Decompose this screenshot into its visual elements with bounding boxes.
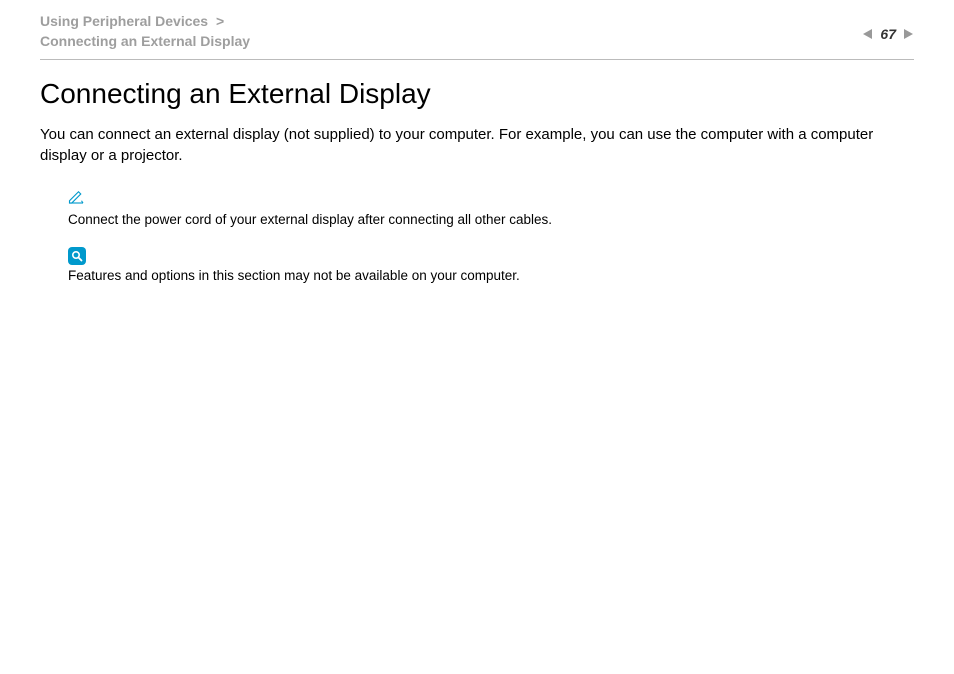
search-icon <box>68 247 86 265</box>
page-number: 67 <box>880 26 896 42</box>
page-content: Connecting an External Display You can c… <box>0 78 954 284</box>
pencil-icon <box>68 190 914 209</box>
arrow-right-icon <box>902 28 914 40</box>
note-text: Features and options in this section may… <box>68 267 914 285</box>
breadcrumb-section: Using Peripheral Devices <box>40 13 208 29</box>
note-text: Connect the power cord of your external … <box>68 211 914 229</box>
page-title: Connecting an External Display <box>40 78 914 110</box>
breadcrumb-separator: > <box>216 13 224 29</box>
arrow-left-icon <box>862 28 874 40</box>
note-block: Connect the power cord of your external … <box>68 190 914 229</box>
breadcrumb-subsection: Connecting an External Display <box>40 32 250 52</box>
page-navigation: 67 <box>862 26 914 42</box>
note-block: Features and options in this section may… <box>68 247 914 285</box>
breadcrumb: Using Peripheral Devices > Connecting an… <box>40 12 250 51</box>
page-header: Using Peripheral Devices > Connecting an… <box>0 0 954 59</box>
next-page-button[interactable] <box>902 28 914 40</box>
intro-paragraph: You can connect an external display (not… <box>40 124 914 166</box>
prev-page-button[interactable] <box>862 28 874 40</box>
header-divider <box>40 59 914 60</box>
